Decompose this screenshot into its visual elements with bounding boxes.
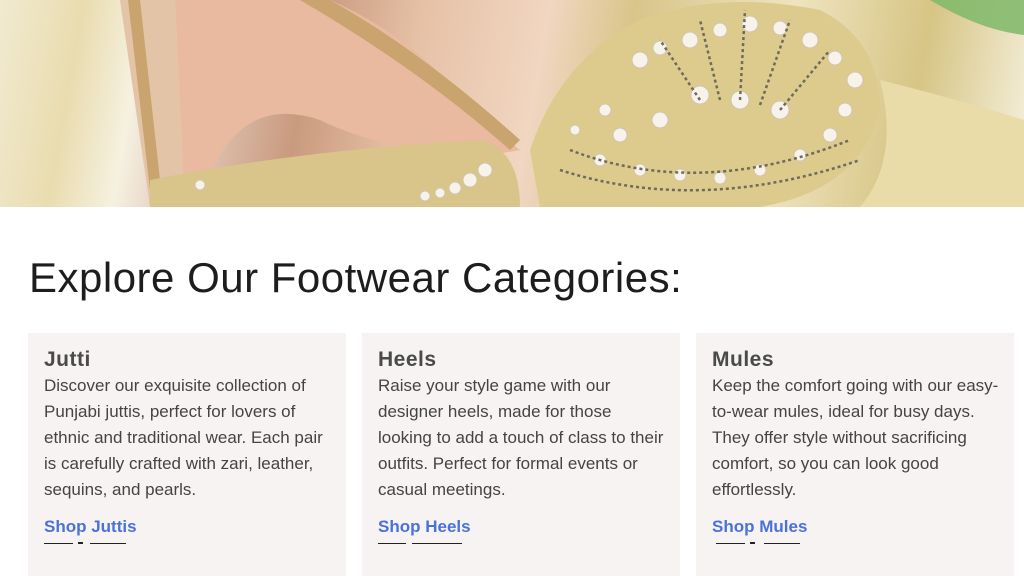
category-card-heels: Heels Raise your style game with our des… bbox=[362, 333, 680, 576]
hero-banner bbox=[0, 0, 1024, 207]
category-card-jutti: Jutti Discover our exquisite collection … bbox=[28, 333, 346, 576]
page-heading: Explore Our Footwear Categories: bbox=[29, 254, 683, 301]
hero-shoe-illustration bbox=[120, 0, 1024, 207]
category-card-mules: Mules Keep the comfort going with our ea… bbox=[696, 333, 1014, 576]
card-description: Discover our exquisite collection of Pun… bbox=[44, 376, 323, 499]
card-description: Keep the comfort going with our easy-to-… bbox=[712, 376, 999, 499]
shop-heels-link[interactable]: Shop Heels bbox=[378, 516, 471, 538]
shop-mules-link[interactable]: Shop Mules bbox=[712, 516, 807, 538]
card-title: Jutti bbox=[44, 348, 91, 371]
card-title: Heels bbox=[378, 348, 437, 371]
shop-juttis-link[interactable]: Shop Juttis bbox=[44, 516, 137, 538]
card-title: Mules bbox=[712, 348, 775, 371]
card-description: Raise your style game with our designer … bbox=[378, 376, 664, 499]
link-underline bbox=[44, 540, 330, 546]
link-underline bbox=[378, 540, 664, 546]
link-underline bbox=[712, 540, 998, 546]
